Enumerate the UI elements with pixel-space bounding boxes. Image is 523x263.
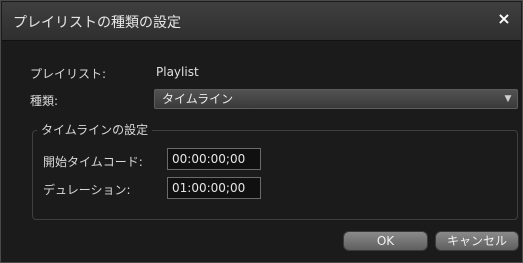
cancel-button[interactable]: キャンセル [435,231,519,251]
chevron-down-icon: ▼ [504,94,512,104]
duration-input[interactable] [167,177,261,199]
type-label: 種類: [30,94,59,108]
ok-button[interactable]: OK [343,231,428,251]
title-bar: プレイリストの種類の設定 × [2,2,521,41]
start-timecode-input[interactable] [167,148,261,170]
dialog-title: プレイリストの種類の設定 [13,15,181,31]
type-select[interactable]: タイムライン ▼ [154,89,518,109]
timeline-settings-title: タイムラインの設定 [37,121,153,138]
type-selected-value: タイムライン [162,92,234,106]
duration-label: デュレーション: [43,183,131,197]
playlist-name: Playlist [156,65,199,79]
close-icon[interactable]: × [493,8,515,30]
playlist-type-dialog: プレイリストの種類の設定 × プレイリスト: Playlist 種類: タイムラ… [0,0,523,263]
start-timecode-label: 開始タイムコード: [43,155,143,169]
playlist-label: プレイリスト: [30,67,107,81]
timeline-settings-group [32,130,518,220]
